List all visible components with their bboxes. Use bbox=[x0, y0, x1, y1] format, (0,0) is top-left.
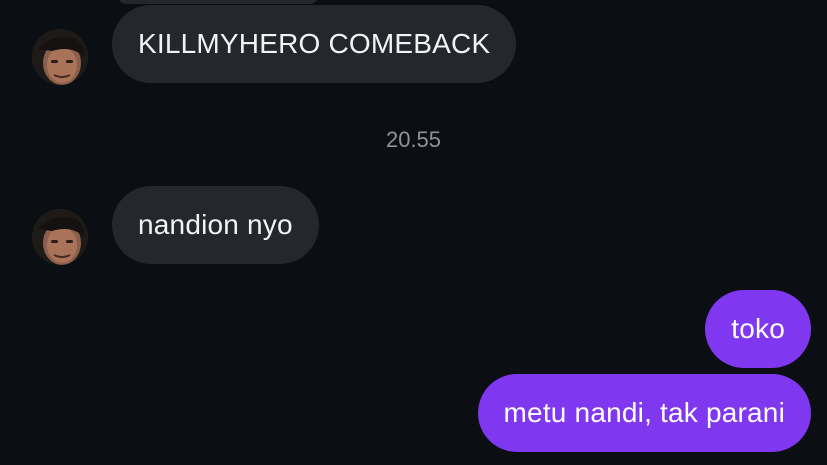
sender-avatar-photo bbox=[32, 209, 88, 265]
message-text: nandion nyo bbox=[138, 209, 293, 240]
message-bubble-outgoing[interactable]: metu nandi, tak parani bbox=[477, 374, 811, 452]
timestamp: 20.55 bbox=[385, 127, 442, 152]
sender-avatar-photo bbox=[32, 29, 88, 85]
message-bubble-outgoing[interactable]: toko bbox=[705, 290, 811, 368]
sender-avatar[interactable] bbox=[32, 29, 88, 85]
message-text: toko bbox=[731, 313, 785, 344]
chat-thread[interactable]: KILLMYHERO COMEBACK 20.55 nandion nyo to… bbox=[0, 0, 827, 465]
message-text: metu nandi, tak parani bbox=[503, 397, 785, 428]
message-text: KILLMYHERO COMEBACK bbox=[138, 28, 491, 59]
previous-message-bubble-edge bbox=[118, 0, 318, 4]
message-bubble-incoming[interactable]: KILLMYHERO COMEBACK bbox=[112, 5, 517, 83]
message-bubble-incoming[interactable]: nandion nyo bbox=[112, 186, 319, 264]
sender-avatar[interactable] bbox=[32, 209, 88, 265]
